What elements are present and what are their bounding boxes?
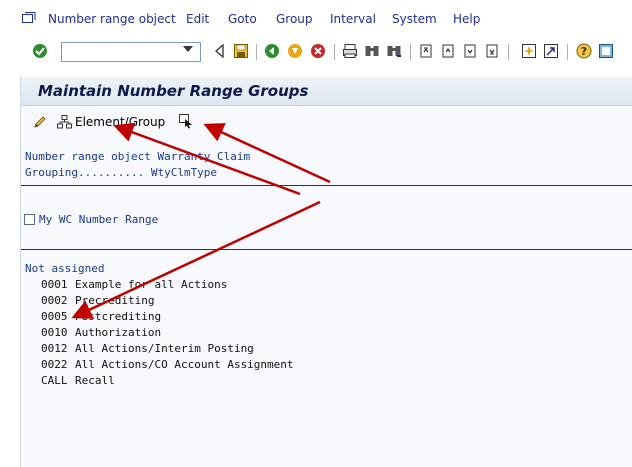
- enter-icon[interactable]: [32, 43, 48, 59]
- menu-number-range-object[interactable]: Number range object: [48, 12, 176, 26]
- menu-group[interactable]: Group: [276, 12, 313, 26]
- grouping-line: Grouping.......... WtyClmType: [25, 166, 218, 179]
- element-text[interactable]: Postcrediting: [75, 309, 161, 325]
- system-menu-icon[interactable]: [22, 12, 36, 24]
- element-code[interactable]: 0022: [41, 357, 68, 373]
- element-text[interactable]: Precrediting: [75, 293, 154, 309]
- element-code[interactable]: CALL: [41, 373, 68, 389]
- element-text[interactable]: Authorization: [75, 325, 161, 341]
- not-assigned-heading: Not assigned: [25, 262, 105, 275]
- element-text[interactable]: Recall: [75, 373, 115, 389]
- find-next-icon[interactable]: [386, 43, 402, 59]
- layout-icon[interactable]: [598, 43, 614, 59]
- help-icon[interactable]: ?: [576, 43, 592, 59]
- menu-goto[interactable]: Goto: [228, 12, 257, 26]
- element-text[interactable]: All Actions/CO Account Assignment: [75, 357, 294, 373]
- svg-text:?: ?: [581, 45, 587, 58]
- element-code[interactable]: 0012: [41, 341, 68, 357]
- toolbar-separator: [410, 44, 411, 60]
- element-text[interactable]: Example for all Actions: [75, 277, 227, 293]
- cancel-icon[interactable]: [310, 43, 326, 59]
- group-label[interactable]: My WC Number Range: [39, 212, 158, 228]
- menu-system[interactable]: System: [392, 12, 437, 26]
- command-dropdown-icon[interactable]: [183, 46, 193, 52]
- print-icon[interactable]: [342, 43, 358, 59]
- toolbar-separator: [334, 44, 335, 60]
- menu-interval[interactable]: Interval: [330, 12, 376, 26]
- pencil-icon[interactable]: [33, 115, 47, 129]
- object-line: Number range object Warranty Claim: [25, 150, 251, 163]
- element-code[interactable]: 0002: [41, 293, 68, 309]
- first-page-icon[interactable]: [418, 43, 434, 59]
- title-bar: Maintain Number Range Groups: [21, 77, 632, 106]
- standard-toolbar: ?: [0, 38, 632, 66]
- element-group-button[interactable]: Element/Group: [57, 113, 165, 131]
- group-checkbox[interactable]: [24, 214, 35, 225]
- divider: [21, 185, 632, 186]
- divider: [21, 249, 632, 250]
- application-toolbar: Element/Group: [21, 108, 632, 136]
- save-icon[interactable]: [233, 43, 249, 59]
- work-area: Maintain Number Range Groups Element/Gro…: [20, 77, 632, 467]
- back-triangle-icon[interactable]: [212, 43, 228, 59]
- page-title: Maintain Number Range Groups: [38, 82, 309, 100]
- prev-page-icon[interactable]: [440, 43, 456, 59]
- menu-edit[interactable]: Edit: [186, 12, 209, 26]
- element-code[interactable]: 0005: [41, 309, 68, 325]
- command-field[interactable]: [61, 42, 201, 62]
- back-icon[interactable]: [264, 43, 280, 59]
- element-group-label: Element/Group: [75, 115, 166, 129]
- element-text[interactable]: All Actions/Interim Posting: [75, 341, 254, 357]
- toolbar-separator: [567, 44, 568, 60]
- last-page-icon[interactable]: [484, 43, 500, 59]
- menu-bar: Number range object Edit Goto Group Inte…: [0, 0, 632, 39]
- hierarchy-icon: [57, 115, 72, 129]
- select-icon[interactable]: [178, 113, 194, 129]
- menu-help[interactable]: Help: [453, 12, 480, 26]
- next-page-icon[interactable]: [462, 43, 478, 59]
- create-session-icon[interactable]: [521, 43, 537, 59]
- element-code[interactable]: 0010: [41, 325, 68, 341]
- toolbar-separator: [256, 44, 257, 60]
- toolbar-separator: [508, 44, 509, 60]
- find-icon[interactable]: [364, 43, 380, 59]
- exit-icon[interactable]: [287, 43, 303, 59]
- shortcut-icon[interactable]: [543, 43, 559, 59]
- element-code[interactable]: 0001: [41, 277, 68, 293]
